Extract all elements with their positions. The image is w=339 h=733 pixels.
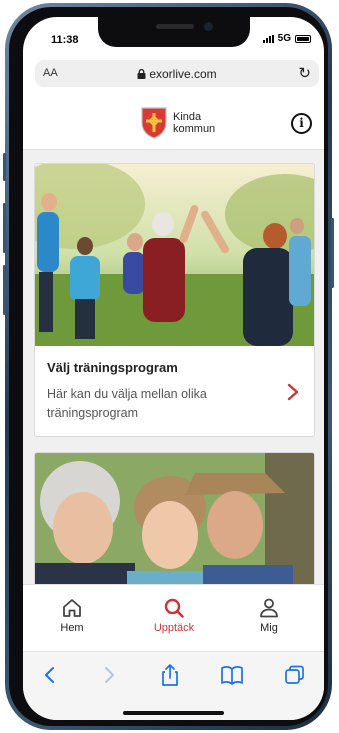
seniors-smiling-photo bbox=[35, 453, 314, 584]
logo-text: Kinda kommun bbox=[173, 111, 215, 135]
url-text: exorlive.com bbox=[149, 67, 217, 81]
speaker-grille bbox=[156, 24, 194, 29]
volume-up-button bbox=[3, 203, 6, 253]
url-display[interactable]: exorlive.com bbox=[35, 67, 319, 81]
home-indicator[interactable] bbox=[123, 711, 224, 715]
mute-switch bbox=[3, 153, 6, 181]
logo-line-2: kommun bbox=[173, 123, 216, 135]
network-label: 5G bbox=[277, 33, 291, 44]
signal-icon bbox=[262, 34, 274, 43]
info-icon[interactable]: i bbox=[291, 113, 312, 134]
safari-toolbar bbox=[23, 651, 324, 720]
tab-hem[interactable]: Hem bbox=[32, 597, 112, 634]
chevron-right-icon[interactable] bbox=[286, 382, 300, 402]
seniors-card[interactable] bbox=[34, 452, 315, 584]
lock-icon bbox=[137, 68, 146, 79]
logo-line-1: Kinda bbox=[173, 111, 202, 123]
status-indicators: 5G bbox=[262, 33, 311, 44]
notch bbox=[98, 17, 250, 47]
kinda-kommun-crest-icon bbox=[141, 107, 167, 139]
content-area: Välj träningsprogram Här kan du välja me… bbox=[23, 150, 324, 584]
forward-icon[interactable] bbox=[94, 663, 124, 687]
bottom-tab-bar: Hem Upptäck Mig bbox=[23, 584, 324, 651]
front-camera bbox=[204, 22, 213, 31]
share-icon[interactable] bbox=[155, 663, 185, 687]
group-high-five-photo bbox=[35, 164, 314, 346]
volume-down-button bbox=[3, 265, 6, 315]
phone-screen: 11:38 5G AA exorlive.com ↻ Kinda kommun … bbox=[23, 17, 324, 720]
address-bar[interactable]: AA exorlive.com ↻ bbox=[35, 60, 319, 87]
home-icon bbox=[63, 599, 81, 617]
bookmarks-icon[interactable] bbox=[217, 663, 247, 687]
tab-mig[interactable]: Mig bbox=[229, 597, 309, 634]
tab-label: Upptäck bbox=[153, 622, 195, 634]
power-button bbox=[331, 218, 334, 288]
reload-icon[interactable]: ↻ bbox=[298, 64, 311, 82]
user-icon bbox=[260, 598, 278, 618]
status-time: 11:38 bbox=[51, 34, 79, 46]
tabs-icon[interactable] bbox=[279, 663, 309, 687]
search-icon bbox=[164, 598, 184, 618]
battery-icon bbox=[295, 34, 311, 43]
tab-upptack[interactable]: Upptäck bbox=[134, 597, 214, 634]
back-icon[interactable] bbox=[35, 663, 65, 687]
program-card[interactable]: Välj träningsprogram Här kan du välja me… bbox=[34, 163, 315, 437]
app-header: Kinda kommun i bbox=[23, 99, 324, 150]
tab-label: Mig bbox=[260, 622, 278, 634]
card-title: Välj träningsprogram bbox=[47, 360, 178, 375]
tab-label: Hem bbox=[60, 622, 84, 634]
card-subtitle: Här kan du välja mellan olika träningspr… bbox=[47, 387, 207, 420]
